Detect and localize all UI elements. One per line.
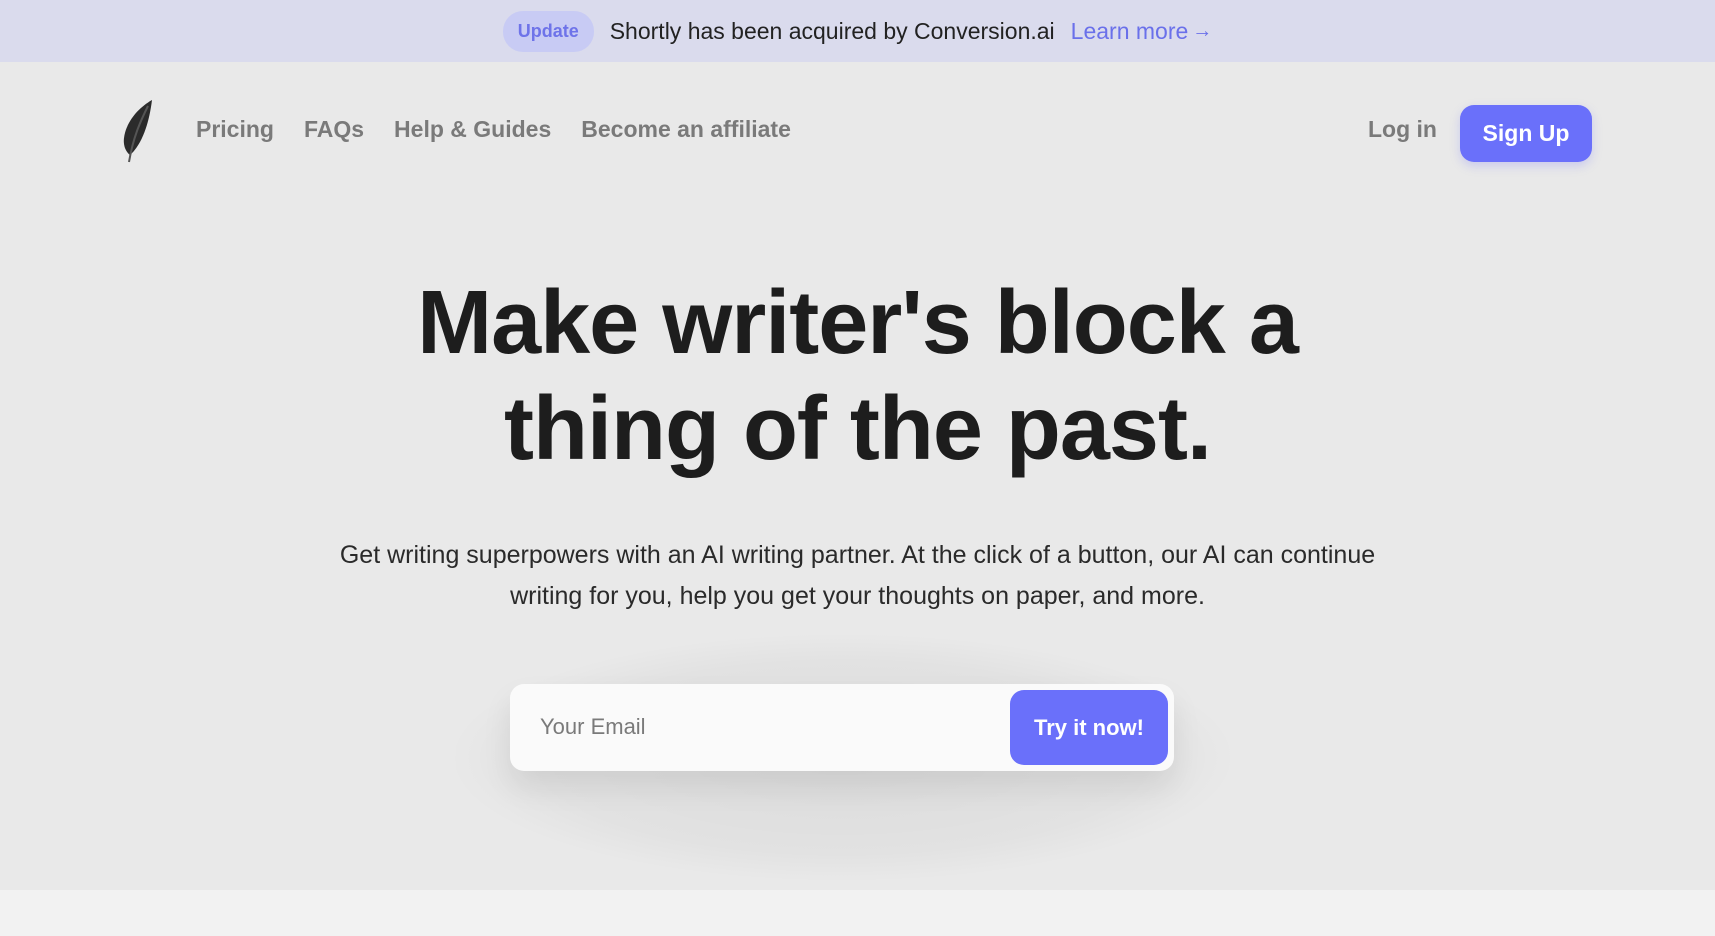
- hero-title-line-2: thing of the past.: [504, 379, 1212, 479]
- hero-title: Make writer's block a thing of the past.: [0, 270, 1715, 482]
- next-section: [0, 890, 1715, 936]
- banner-content: Update Shortly has been acquired by Conv…: [502, 10, 1213, 52]
- signup-button[interactable]: Sign Up: [1460, 105, 1592, 162]
- nav-link-faqs[interactable]: FAQs: [304, 116, 364, 143]
- learn-more-label: Learn more: [1070, 17, 1189, 44]
- hero-subtitle-line-1: Get writing superpowers with an AI writi…: [339, 541, 1376, 569]
- hero-title-line-1: Make writer's block a: [417, 273, 1299, 373]
- login-link[interactable]: Log in: [1368, 116, 1437, 143]
- top-navigation: Pricing FAQs Help & Guides Become an aff…: [0, 62, 1715, 204]
- nav-link-help-guides[interactable]: Help & Guides: [394, 116, 551, 143]
- banner-text: Shortly has been acquired by Conversion.…: [609, 17, 1055, 44]
- announcement-banner: Update Shortly has been acquired by Conv…: [0, 0, 1715, 62]
- nav-link-affiliate[interactable]: Become an affiliate: [581, 116, 791, 143]
- try-it-now-button[interactable]: Try it now!: [1010, 690, 1168, 765]
- hero-subtitle-line-2: writing for you, help you get your thoug…: [510, 582, 1205, 610]
- email-input[interactable]: [540, 704, 1000, 750]
- feather-icon[interactable]: [118, 98, 158, 164]
- hero-subtitle: Get writing superpowers with an AI writi…: [270, 535, 1445, 617]
- update-badge: Update: [502, 10, 594, 52]
- learn-more-link[interactable]: Learn more →: [1071, 18, 1213, 45]
- nav-links: Pricing FAQs Help & Guides Become an aff…: [196, 116, 791, 143]
- nav-link-pricing[interactable]: Pricing: [196, 116, 274, 143]
- email-signup-form: Try it now!: [510, 684, 1174, 771]
- arrow-right-icon: →: [1192, 19, 1213, 42]
